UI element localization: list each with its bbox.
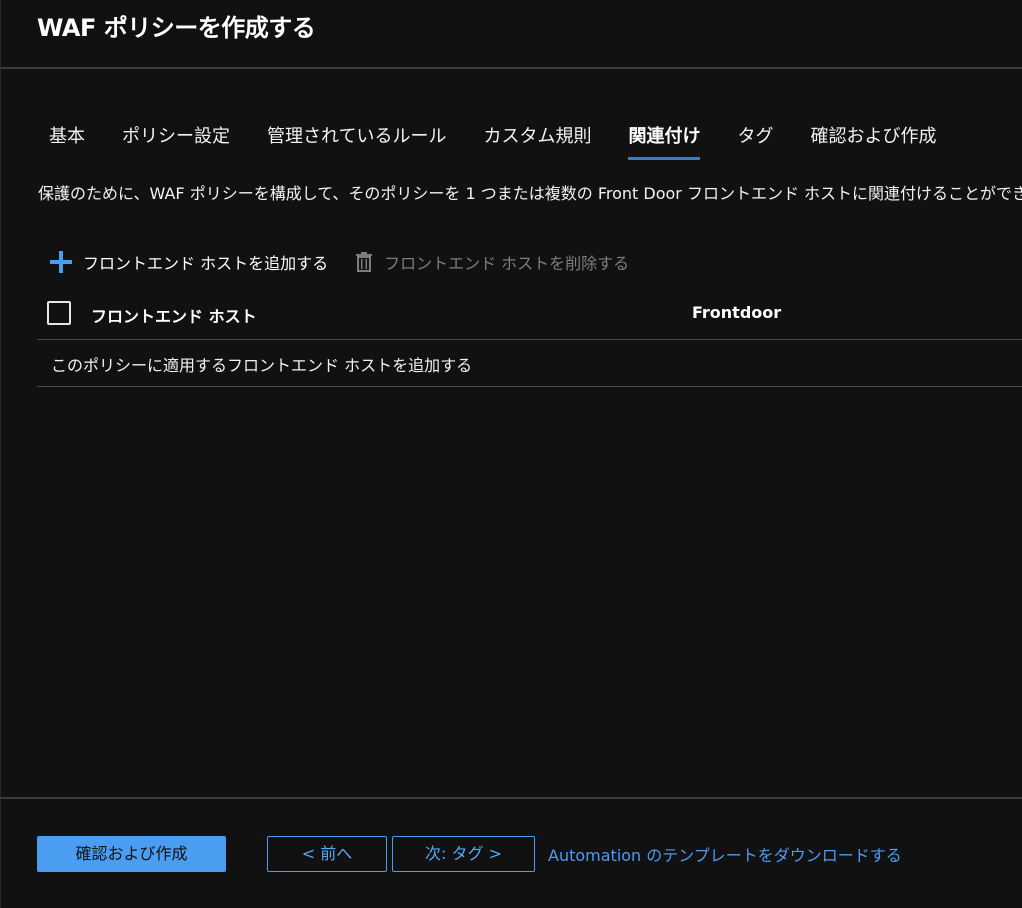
table-header: フロントエンド ホスト Frontdoor [37, 297, 1022, 339]
column-header-frontdoor[interactable]: Frontdoor [692, 303, 781, 322]
tab-policy-settings[interactable]: ポリシー設定 [122, 120, 230, 160]
tab-basics[interactable]: 基本 [49, 120, 85, 160]
page-title: WAF ポリシーを作成する [37, 14, 316, 42]
header-divider [0, 67, 1022, 69]
tab-custom-rules[interactable]: カスタム規則 [483, 120, 591, 160]
tab-review-create[interactable]: 確認および作成 [810, 120, 936, 160]
add-frontend-host-button[interactable]: フロントエンド ホストを追加する [49, 250, 328, 274]
footer-divider [0, 797, 1022, 799]
next-tags-button[interactable]: 次: タグ > [392, 836, 535, 872]
select-all-checkbox[interactable] [47, 301, 71, 325]
download-automation-template-link[interactable]: Automation のテンプレートをダウンロードする [548, 842, 902, 866]
association-description: 保護のために、WAF ポリシーを構成して、そのポリシーを 1 つまたは複数の F… [38, 184, 1022, 203]
add-frontend-host-label: フロントエンド ホストを追加する [83, 254, 329, 273]
table-divider [37, 386, 1022, 387]
table-divider [37, 339, 1022, 340]
empty-table-message: このポリシーに適用するフロントエンド ホストを追加する [51, 356, 473, 375]
command-toolbar: フロントエンド ホストを追加する フロントエンド ホストを削除する [49, 249, 629, 275]
tab-tags[interactable]: タグ [737, 120, 773, 160]
trash-icon [354, 251, 374, 273]
column-header-frontend-host[interactable]: フロントエンド ホスト [91, 303, 257, 327]
tab-association[interactable]: 関連付け [628, 120, 701, 160]
plus-icon [49, 250, 73, 274]
window-left-edge [0, 0, 1, 908]
delete-frontend-host-button[interactable]: フロントエンド ホストを削除する [354, 250, 629, 274]
tab-bar: 基本 ポリシー設定 管理されているルール カスタム規則 関連付け タグ 確認およ… [49, 120, 973, 160]
tab-managed-rules[interactable]: 管理されているルール [267, 120, 446, 160]
review-create-button[interactable]: 確認および作成 [37, 836, 226, 872]
delete-frontend-host-label: フロントエンド ホストを削除する [384, 254, 630, 273]
previous-button[interactable]: < 前へ [267, 836, 387, 872]
